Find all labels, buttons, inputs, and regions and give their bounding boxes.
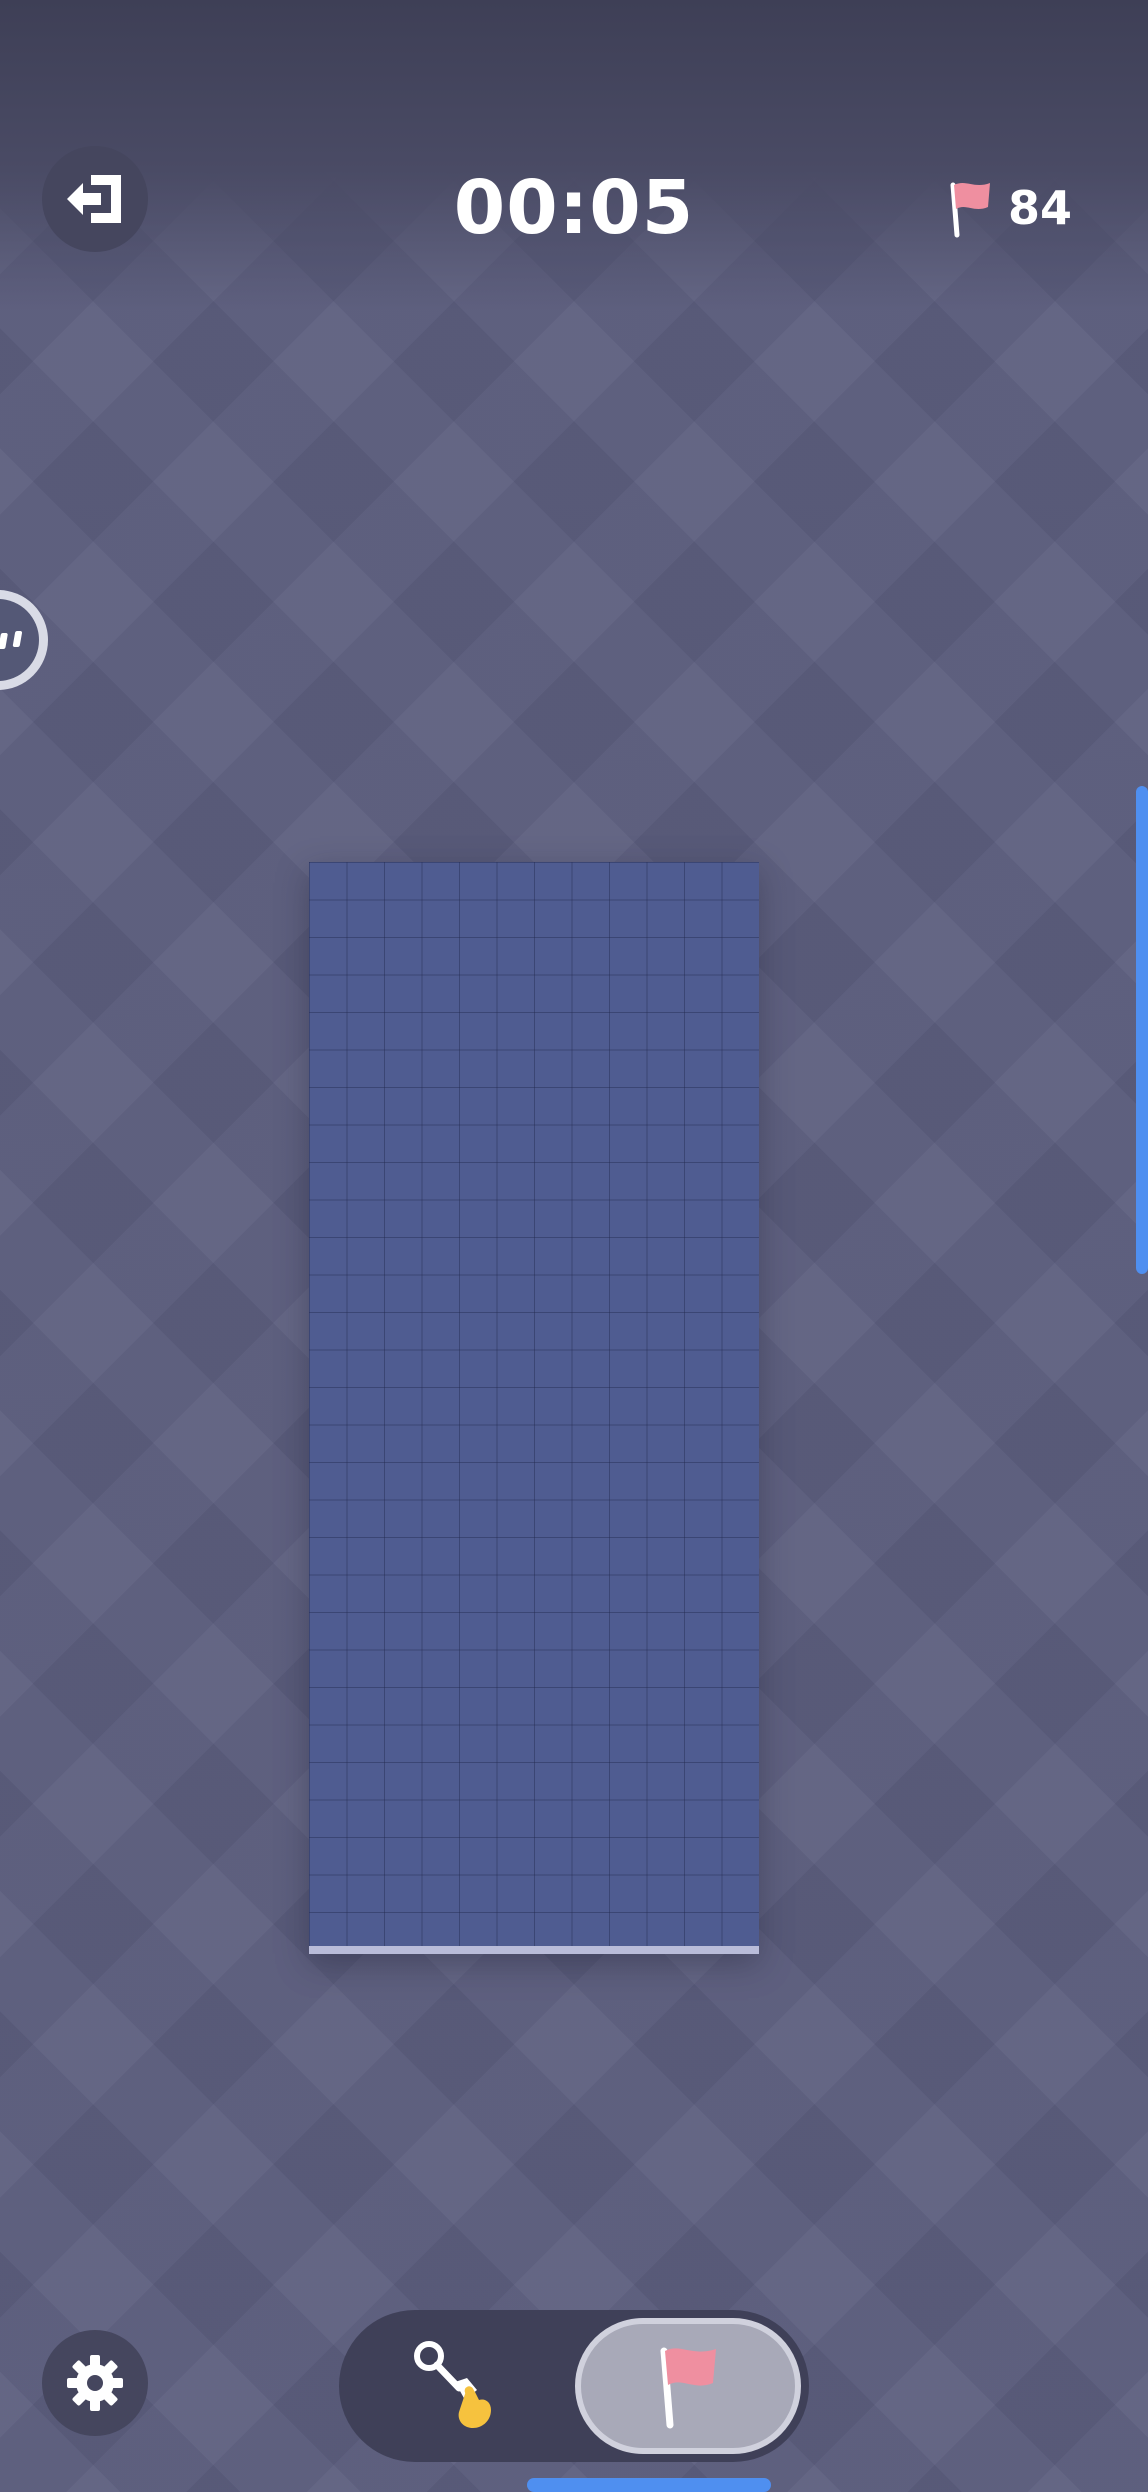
flag-mode-button[interactable]: [575, 2318, 801, 2454]
side-panel-toggle[interactable]: [0, 590, 48, 690]
dig-mode-button[interactable]: [347, 2318, 563, 2454]
red-flag-icon: [660, 2347, 716, 2429]
horizontal-scrollbar[interactable]: [527, 2478, 771, 2492]
top-bar-background: [0, 0, 1148, 310]
minefield-board[interactable]: [309, 862, 759, 1954]
flags-remaining-count: 84: [1008, 181, 1073, 235]
mode-toggle: [339, 2310, 809, 2462]
exit-button[interactable]: [42, 146, 148, 252]
game-timer: 00:05: [453, 165, 695, 251]
vertical-scrollbar[interactable]: [1136, 786, 1148, 1274]
flags-remaining-counter: 84: [944, 172, 1072, 244]
red-flag-icon: [950, 182, 990, 238]
settings-button[interactable]: [42, 2330, 148, 2436]
gear-icon: [67, 2355, 123, 2411]
pause-eyes-icon: [0, 631, 23, 649]
shovel-hand-icon: [414, 2341, 491, 2428]
avatar: [0, 599, 39, 681]
exit-door-arrow-icon: [67, 175, 121, 223]
